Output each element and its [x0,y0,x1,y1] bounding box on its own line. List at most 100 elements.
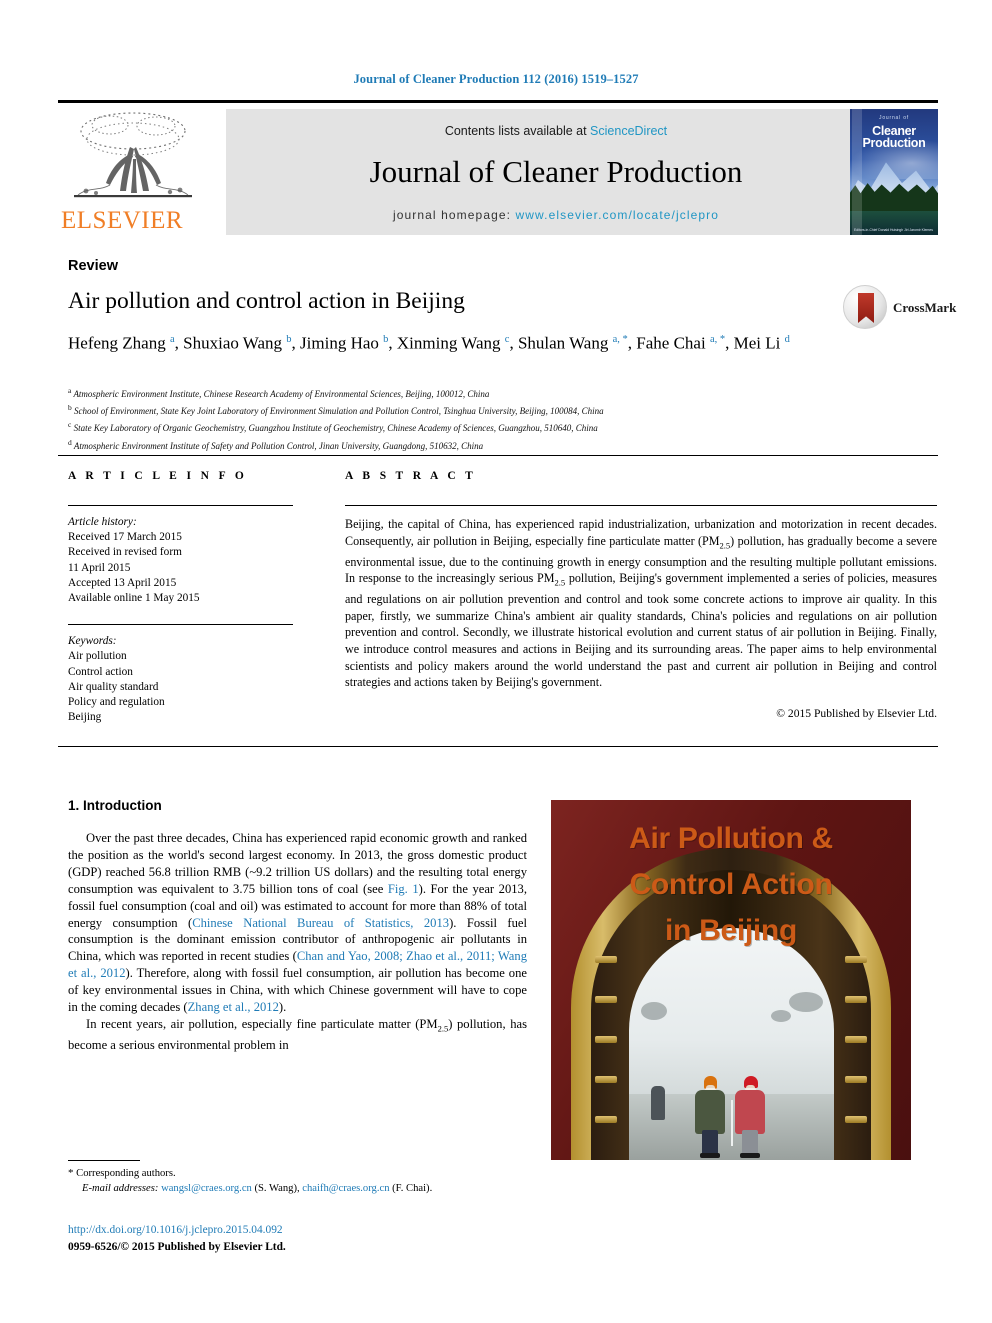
crossmark-ribbon-icon [858,293,874,323]
ga-distant-pedestrian [651,1086,665,1120]
article-info-heading: A R T I C L E I N F O [68,470,248,482]
affiliation-marker: c [68,420,72,430]
graphical-abstract-image: Air Pollution & Control Action in Beijin… [551,800,911,1160]
affiliation-text: Atmospheric Environment Institute, Chine… [73,389,490,399]
keyword-item: Beijing [68,711,102,724]
abstract-body: Beijing, the capital of China, has exper… [345,517,937,690]
email-owner-2: (F. Chai) [392,1182,430,1194]
keyword-item: Air pollution [68,650,127,663]
email-addresses-label: E-mail addresses: [82,1182,159,1194]
email-owner-1: (S. Wang) [254,1182,297,1194]
affiliation-list: a Atmospheric Environment Institute, Chi… [68,384,898,453]
ga-door-stud [845,1036,867,1043]
article-type-label: Review [68,258,118,274]
footnote-rule [68,1160,140,1161]
history-item: 11 April 2015 [68,561,131,574]
keyword-item: Control action [68,665,133,678]
corresponding-author-footnote: * Corresponding authors. E-mail addresse… [68,1166,528,1197]
history-item: Received in revised form [68,546,182,559]
elsevier-wordmark: ELSEVIER [61,207,184,234]
ga-door-stud [595,1076,617,1083]
crossmark-badge[interactable]: CrossMark [843,285,956,331]
running-head: Journal of Cleaner Production 112 (2016)… [353,72,639,86]
homepage-prefix: journal homepage: [392,208,516,222]
affiliation-item: b School of Environment, State Key Joint… [68,401,898,418]
info-section-top-rule [58,455,938,456]
ga-tree-silhouette [789,992,823,1012]
email-line: E-mail addresses: wangsl@craes.org.cn (S… [82,1182,433,1194]
body-column-left: Over the past three decades, China has e… [68,830,527,1054]
ga-door-stud [845,1116,867,1123]
affiliation-text: Atmospheric Environment Institute of Saf… [73,440,484,451]
ga-door-stud [595,996,617,1003]
masthead-band: Contents lists available at ScienceDirec… [226,109,886,235]
crossmark-icon [843,285,887,329]
ga-door-stud [845,1076,867,1083]
section-heading-introduction: 1. Introduction [68,798,162,813]
ga-green-coat [695,1090,725,1134]
cover-spine-stripe [852,109,862,235]
elsevier-logo: ELSEVIER [58,109,213,235]
homepage-url-link[interactable]: www.elsevier.com/locate/jclepro [516,208,720,222]
corresponding-text: Corresponding authors. [76,1168,176,1179]
ga-overlay-title: Air Pollution & Control Action in Beijin… [551,816,911,954]
ga-title-line-2: Control Action [629,868,833,901]
article-info-column: Article history: Received 17 March 2015 … [68,505,293,725]
ga-door-stud [845,956,867,963]
ga-door-stud [595,1036,617,1043]
affiliation-marker: b [68,403,72,413]
journal-title: Journal of Cleaner Production [369,154,743,189]
keyword-item: Policy and regulation [68,696,165,709]
ga-shoes [700,1153,720,1158]
keywords-label: Keywords: [68,635,117,648]
abstract-heading: A B S T R A C T [345,470,477,482]
affiliation-text: School of Environment, State Key Joint L… [74,406,604,417]
ga-pedestrian-silhouette [651,1086,665,1120]
ga-right-door-studs [845,950,867,1150]
journal-homepage-line: journal homepage: www.elsevier.com/locat… [226,208,886,222]
ga-tree-silhouette [641,1002,667,1020]
ga-left-door-studs [595,950,617,1150]
history-item: Accepted 13 April 2015 [68,576,177,589]
keyword-item: Air quality standard [68,680,159,693]
ga-archway-opening [629,928,834,1160]
affiliation-text: State Key Laboratory of Organic Geochemi… [73,423,598,434]
info-section-bottom-rule [58,746,938,747]
sciencedirect-link[interactable]: ScienceDirect [590,124,667,138]
body-paragraph: In recent years, air pollution, especial… [68,1016,527,1053]
contents-available-line: Contents lists available at ScienceDirec… [226,124,886,138]
asterisk-icon: * [68,1167,74,1179]
affiliation-marker: d [68,437,72,447]
keywords-block: Keywords: Air pollution Control action A… [68,625,293,725]
author-list: Hefeng Zhang a, Shuxiao Wang b, Jiming H… [68,333,790,353]
ga-shoes [740,1153,760,1158]
ga-tree-silhouette [771,1010,791,1022]
affiliation-item: d Atmospheric Environment Institute of S… [68,436,898,453]
abstract-column: Beijing, the capital of China, has exper… [345,505,937,720]
affiliation-item: c State Key Laboratory of Organic Geoche… [68,418,898,435]
affiliation-marker: a [68,386,72,395]
ga-door-stud [595,956,617,963]
ga-pedestrian-red-coat [733,1072,767,1158]
email-link-1[interactable]: wangsl@craes.org.cn [161,1183,252,1194]
cover-title-line2: Production [862,136,926,150]
ga-title-line-1: Air Pollution & [629,822,833,855]
contents-prefix: Contents lists available at [444,124,591,138]
journal-cover-thumbnail: Journal of Cleaner Production Editors-in… [850,109,938,235]
crossmark-label: CrossMark [893,300,957,315]
email-link-2[interactable]: chaifh@craes.org.cn [302,1183,389,1194]
article-history-label: Article history: [68,516,137,528]
ga-door-stud [595,1116,617,1123]
cover-journal-of-label: Journal of [879,115,909,121]
cover-editors-note: Editors-in-Chief Donald Huisingh Jiri Ja… [854,227,933,232]
doi-link[interactable]: http://dx.doi.org/10.1016/j.jclepro.2015… [68,1224,283,1236]
cover-title: Cleaner Production [850,125,938,150]
history-item: Available online 1 May 2015 [68,592,200,605]
corresponding-line: * Corresponding authors. [68,1166,528,1182]
abstract-copyright: © 2015 Published by Elsevier Ltd. [776,706,937,720]
ga-title-line-3: in Beijing [664,914,797,947]
ga-pedestrian-green-coat [693,1072,727,1158]
elsevier-tree-icon [74,112,192,198]
history-item: Received 17 March 2015 [68,531,182,544]
